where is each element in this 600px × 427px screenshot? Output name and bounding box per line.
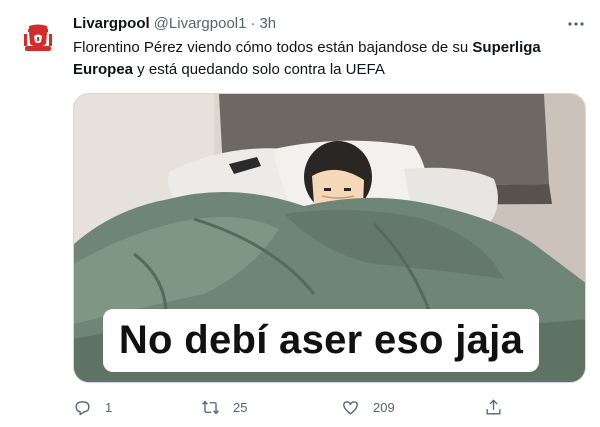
tweet-text-segment: Florentino Pérez viendo cómo todos están…	[73, 39, 473, 56]
tweet-actions: 1 25 209	[73, 396, 513, 418]
meme-caption-box: No debí aser eso jaja	[103, 309, 539, 372]
share-icon	[486, 398, 501, 415]
reply-count: 1	[105, 399, 113, 415]
meme-caption: No debí aser eso jaja	[118, 318, 524, 362]
tweet-header: Livargpool @Livargpool1 · 3h	[73, 13, 586, 35]
like-count: 209	[373, 399, 395, 415]
tweet-text-segment: y está quedando solo contra la UEFA	[133, 61, 385, 78]
tweet-text: Florentino Pérez viendo cómo todos están…	[73, 37, 588, 81]
retweet-count: 25	[233, 399, 248, 415]
tweet-media-image[interactable]: No debí aser eso jaja	[73, 93, 586, 383]
reply-button[interactable]: 1	[73, 396, 112, 418]
like-button[interactable]: 209	[341, 396, 395, 418]
heart-icon	[343, 400, 358, 415]
tweet-time[interactable]: 3h	[259, 15, 276, 32]
tweet-text-bold: Europea	[73, 61, 134, 78]
tweet-text-bold: Superliga	[472, 39, 541, 56]
display-name[interactable]: Livargpool	[73, 15, 150, 32]
more-button[interactable]	[566, 14, 586, 34]
separator-dot: ·	[250, 15, 256, 32]
reply-icon	[75, 400, 90, 415]
retweet-icon	[202, 400, 219, 414]
tweet[interactable]: Livargpool @Livargpool1 · 3h Florentino Pér…	[0, 0, 600, 427]
more-horizontal-icon	[568, 22, 584, 26]
retweet-button[interactable]: 25	[201, 396, 247, 418]
share-button[interactable]	[484, 396, 503, 418]
user-handle[interactable]: @Livargpool1	[154, 15, 247, 32]
avatar[interactable]	[14, 14, 62, 62]
liverpool-crest-icon	[14, 14, 62, 62]
